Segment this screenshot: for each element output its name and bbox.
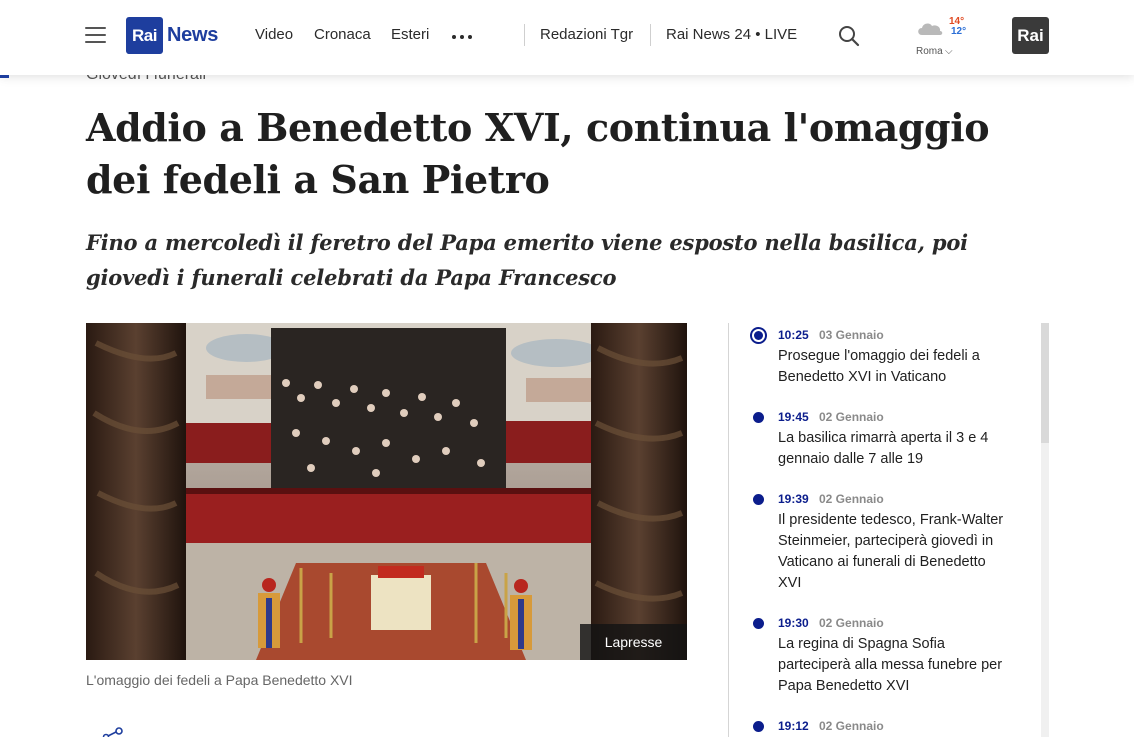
nav-divider	[524, 24, 525, 46]
nav-video[interactable]: Video	[255, 26, 293, 43]
nav-redazioni-tgr[interactable]: Redazioni Tgr	[540, 26, 633, 43]
news-logo-word: News	[167, 24, 219, 46]
article-photo[interactable]: Lapresse	[86, 323, 687, 660]
photo-credit: Lapresse	[580, 624, 687, 660]
cloud-icon	[918, 23, 943, 35]
nav-rainews24-live[interactable]: Rai News 24 • LIVE	[666, 26, 797, 43]
timeline-text: Prosegue l'omaggio dei fedeli a Benedett…	[778, 348, 980, 385]
timeline-time: 19:30	[778, 616, 809, 630]
live-timeline: 10:25 03 Gennaio Prosegue l'omaggio dei …	[728, 323, 1050, 737]
weather-city: Roma	[916, 46, 943, 57]
timeline-date: 02 Gennaio	[819, 410, 884, 424]
progress-marker	[0, 75, 9, 78]
timeline-scrollbar[interactable]	[1041, 323, 1049, 737]
rai-logo-mark: Rai	[126, 17, 163, 54]
article-subtitle: Fino a mercoledì il feretro del Papa eme…	[86, 230, 968, 290]
menu-icon[interactable]	[85, 26, 106, 44]
search-icon[interactable]	[838, 25, 860, 47]
nav-esteri[interactable]: Esteri	[391, 26, 429, 43]
timeline-date: 03 Gennaio	[819, 328, 884, 342]
rainews-logo[interactable]: Rai News	[126, 17, 218, 54]
timeline-time: 10:25	[778, 328, 809, 342]
photo-caption: L'omaggio dei fedeli a Papa Benedetto XV…	[86, 672, 353, 688]
timeline-dot	[753, 721, 764, 732]
timeline-line	[728, 323, 729, 737]
timeline-text: La basilica rimarrà aperta il 3 e 4 genn…	[778, 430, 989, 467]
timeline-time: 19:12	[778, 719, 809, 733]
timeline-dot	[753, 412, 764, 423]
article-title: Addio a Benedetto XVI, continua l'omaggi…	[86, 105, 990, 202]
timeline-time: 19:45	[778, 410, 809, 424]
chevron-down-icon: ⌵	[945, 46, 953, 57]
nav-divider	[650, 24, 651, 46]
timeline-date: 02 Gennaio	[819, 492, 884, 506]
timeline-date: 02 Gennaio	[819, 719, 884, 733]
temperature-min: 12°	[951, 26, 967, 37]
share-icon[interactable]	[102, 724, 124, 737]
timeline-date: 02 Gennaio	[819, 616, 884, 630]
rai-portal-logo[interactable]: Rai	[1012, 17, 1049, 54]
site-header: Rai News Video Cronaca Esteri Redazioni …	[0, 0, 1134, 75]
timeline-time: 19:39	[778, 492, 809, 506]
weather-widget[interactable]: 14° 12° Roma ⌵	[912, 13, 972, 63]
timeline-dot	[753, 618, 764, 629]
timeline-text: La regina di Spagna Sofia parteciperà al…	[778, 636, 1003, 694]
more-menu-icon[interactable]	[452, 27, 472, 39]
nav-cronaca[interactable]: Cronaca	[314, 26, 371, 43]
timeline-dot	[753, 494, 764, 505]
timeline-dot-active	[750, 327, 767, 344]
scrollbar-thumb[interactable]	[1041, 323, 1049, 443]
timeline-text: Il presidente tedesco, Frank-Walter Stei…	[778, 512, 1004, 591]
